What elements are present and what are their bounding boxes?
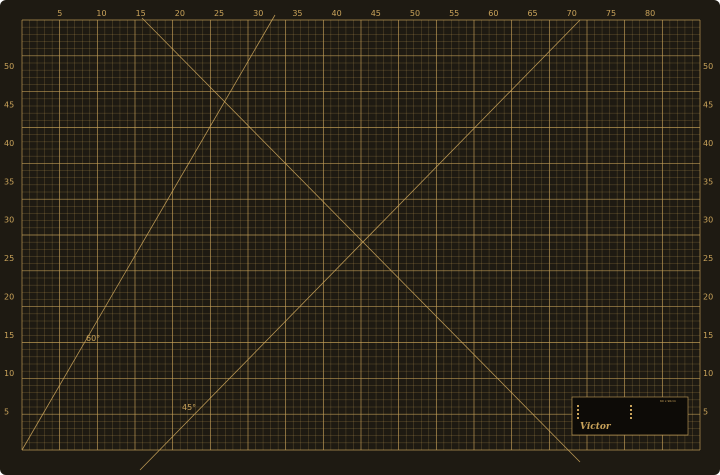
left-ruler-label: 30 bbox=[4, 216, 14, 225]
right-ruler-label: 40 bbox=[703, 139, 713, 148]
left-ruler-label: 20 bbox=[4, 292, 14, 301]
left-ruler-label: 50 bbox=[4, 62, 14, 71]
left-ruler-label: 25 bbox=[4, 254, 14, 263]
top-ruler-label: 65 bbox=[527, 9, 537, 18]
top-ruler-label: 15 bbox=[136, 9, 146, 18]
angle-label-60: 60° bbox=[86, 334, 100, 343]
brand-panel: Victor 60 x 90cm bbox=[571, 396, 689, 436]
right-ruler-label: 15 bbox=[703, 331, 713, 340]
left-ruler-label: 45 bbox=[4, 100, 14, 109]
top-ruler-label: 40 bbox=[332, 9, 342, 18]
right-ruler-label: 35 bbox=[703, 177, 713, 186]
brand-logo-text: Victor bbox=[580, 422, 612, 432]
right-ruler-label: 5 bbox=[703, 408, 708, 417]
right-ruler-label: 45 bbox=[703, 100, 713, 109]
top-ruler-label: 70 bbox=[567, 9, 577, 18]
size-note: 60 x 90cm bbox=[660, 399, 676, 403]
top-ruler-label: 20 bbox=[175, 9, 185, 18]
right-ruler-label: 10 bbox=[703, 369, 713, 378]
angle-label-45: 45° bbox=[182, 403, 196, 412]
top-ruler-label: 55 bbox=[449, 9, 459, 18]
right-ruler-label: 20 bbox=[703, 292, 713, 301]
top-ruler-label: 60 bbox=[488, 9, 498, 18]
top-ruler-label: 75 bbox=[606, 9, 616, 18]
left-ruler-label: 10 bbox=[4, 369, 14, 378]
top-ruler-label: 30 bbox=[253, 9, 263, 18]
right-ruler-label: 50 bbox=[703, 62, 713, 71]
top-ruler-label: 35 bbox=[292, 9, 302, 18]
top-ruler-label: 10 bbox=[96, 9, 106, 18]
top-ruler-label: 45 bbox=[371, 9, 381, 18]
left-ruler-label: 15 bbox=[4, 331, 14, 340]
left-ruler-label: 5 bbox=[4, 408, 9, 417]
cutting-mat-svg: 5 10 15 20 25 30 35 40 45 50 55 60 65 70 75 80 5 10 15 20 2… bbox=[0, 0, 720, 475]
top-ruler-label: 25 bbox=[214, 9, 224, 18]
cutting-mat: 5 10 15 20 25 30 35 40 45 50 55 60 65 70 75 80 5 10 15 20 2… bbox=[0, 0, 720, 475]
top-ruler-label: 5 bbox=[57, 9, 62, 18]
right-ruler-label: 25 bbox=[703, 254, 713, 263]
left-ruler-label: 40 bbox=[4, 139, 14, 148]
top-ruler-label: 50 bbox=[410, 9, 420, 18]
left-ruler-label: 35 bbox=[4, 177, 14, 186]
right-ruler-label: 30 bbox=[703, 216, 713, 225]
top-ruler-label: 80 bbox=[645, 9, 655, 18]
